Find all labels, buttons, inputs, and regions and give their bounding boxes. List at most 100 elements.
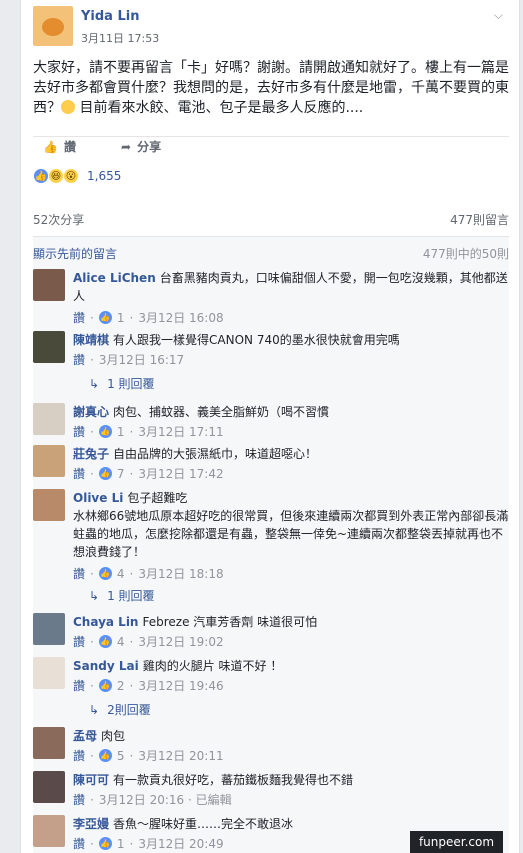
wow-reaction-icon: 😮 bbox=[63, 168, 79, 184]
comment-text: 肉包、捕蚊器、義美全脂鮮奶（喝不習慣 bbox=[113, 405, 330, 419]
show-previous-comments-link[interactable]: 顯示先前的留言 bbox=[33, 245, 117, 262]
comment-like-button[interactable]: 讚 bbox=[73, 351, 85, 368]
comment-like-button[interactable]: 讚 bbox=[73, 465, 85, 482]
comment-meta: 讚 · 👍 4 · 3月12日 19:02 bbox=[73, 633, 224, 650]
comment-like-count: 4 bbox=[116, 566, 125, 581]
comment-like-button[interactable]: 讚 bbox=[73, 309, 85, 326]
share-button[interactable]: ➦ 分享 bbox=[121, 138, 161, 155]
avatar[interactable] bbox=[33, 403, 65, 435]
comment-body: Alice LiChen 台畜黑豬肉貢丸，口味偏甜個人不愛，開一包吃沒幾顆，其他都… bbox=[73, 269, 509, 305]
comment-meta: 讚 · 👍 1 · 3月12日 17:11 bbox=[73, 423, 224, 440]
view-replies-link[interactable]: ↳ 2則回覆 bbox=[89, 701, 151, 718]
emoji-icon bbox=[61, 100, 75, 114]
comment-time[interactable]: 3月12日 18:18 bbox=[138, 565, 223, 582]
reaction-count: 1,655 bbox=[87, 169, 122, 183]
comment-time[interactable]: 3月12日 20:11 bbox=[138, 747, 223, 764]
comment-author[interactable]: 孟母 bbox=[73, 729, 97, 743]
avatar[interactable] bbox=[33, 727, 65, 759]
comment-time[interactable]: 3月12日 19:02 bbox=[138, 633, 223, 650]
comment-like-count: 5 bbox=[116, 748, 125, 763]
author-avatar[interactable] bbox=[33, 6, 73, 46]
comment-like-button[interactable]: 讚 bbox=[73, 423, 85, 440]
comment-meta: 讚 · 3月12日 16:17 bbox=[73, 351, 185, 368]
comment-like-button[interactable]: 讚 bbox=[73, 835, 85, 852]
post-body: 大家好，請不要再留言「卡」好嗎？謝謝。請開啟通知就好了。樓上有一篇是去好市多都會… bbox=[33, 58, 509, 118]
thumbs-up-icon: 👍 bbox=[98, 749, 112, 762]
avatar[interactable] bbox=[33, 613, 65, 645]
share-count[interactable]: 52次分享 bbox=[33, 211, 84, 228]
comment-author[interactable]: Chaya Lin bbox=[73, 615, 138, 629]
comment-time[interactable]: 3月12日 16:17 bbox=[99, 351, 184, 368]
comment-author[interactable]: 陳靖棋 bbox=[73, 333, 109, 347]
comment-author[interactable]: 謝真心 bbox=[73, 405, 109, 419]
previous-comments-bar: 顯示先前的留言 477則中的50則 bbox=[33, 245, 509, 262]
thumbs-up-icon: 👍 bbox=[98, 635, 112, 648]
comment-body: Sandy Lai 雞肉的火腿片 味道不好 ！ bbox=[73, 657, 509, 675]
reply-count: 2則回覆 bbox=[107, 703, 151, 717]
comment-like-count: 1 bbox=[116, 424, 125, 439]
comment-body: 陳靖棋 有人跟我一樣覺得CANON 740的墨水很快就會用完嗎 bbox=[73, 331, 509, 349]
comment-text: 水林鄉66號地瓜原本超好吃的很常買，但後來連續兩次都買到外表正常內部卻長滿蛀蟲的… bbox=[73, 509, 509, 559]
comment-text: 肉包 bbox=[101, 729, 126, 743]
comment-time[interactable]: 3月12日 20:16 · 已編輯 bbox=[99, 791, 232, 808]
reply-arrow-icon: ↳ bbox=[89, 376, 100, 391]
comment-author[interactable]: 陳可可 bbox=[73, 773, 109, 787]
reply-count: 1 則回覆 bbox=[107, 589, 155, 603]
comment-time[interactable]: 3月12日 20:49 bbox=[138, 835, 223, 852]
comment-like-button[interactable]: 讚 bbox=[73, 565, 85, 582]
thumbs-up-icon: 👍 bbox=[98, 837, 112, 850]
like-button[interactable]: 👍 讚 bbox=[43, 138, 76, 155]
view-replies-link[interactable]: ↳ 1 則回覆 bbox=[89, 587, 155, 604]
comment-time[interactable]: 3月12日 16:08 bbox=[138, 309, 223, 326]
comment-author[interactable]: Olive Li bbox=[73, 491, 123, 505]
reply-arrow-icon: ↳ bbox=[89, 588, 100, 603]
comment-like-count: 2 bbox=[116, 678, 125, 693]
post-author[interactable]: Yida Lin bbox=[81, 9, 139, 24]
avatar[interactable] bbox=[33, 815, 65, 847]
post-timestamp[interactable]: 3月11日 17:53 bbox=[81, 30, 159, 46]
comment-like-button[interactable]: 讚 bbox=[73, 633, 85, 650]
like-label: 讚 bbox=[63, 140, 76, 154]
comment-author[interactable]: 莊兔子 bbox=[73, 447, 109, 461]
avatar[interactable] bbox=[33, 657, 65, 689]
avatar[interactable] bbox=[33, 331, 65, 363]
comment-time[interactable]: 3月12日 17:11 bbox=[138, 423, 223, 440]
comment-author[interactable]: 李亞嫚 bbox=[73, 817, 109, 831]
comment-like-count: 1 bbox=[116, 836, 125, 851]
post-header: Yida Lin 3月11日 17:53 ⌵ bbox=[33, 6, 503, 46]
like-reaction-icon: 👍 bbox=[33, 168, 49, 184]
comment-time[interactable]: 3月12日 17:42 bbox=[138, 465, 223, 482]
comment-body: 莊兔子 自由品牌的大張濕紙巾，味道超噁心！ bbox=[73, 445, 509, 463]
comment-like-button[interactable]: 讚 bbox=[73, 791, 85, 808]
comment-text: 自由品牌的大張濕紙巾，味道超噁心！ bbox=[113, 447, 318, 461]
chevron-down-icon[interactable]: ⌵ bbox=[494, 8, 503, 23]
comment-author[interactable]: Alice LiChen bbox=[73, 271, 156, 285]
comment-body: Olive Li 包子超難吃 水林鄉66號地瓜原本超好吃的很常買，但後來連續兩次都… bbox=[73, 489, 509, 561]
comment-like-button[interactable]: 讚 bbox=[73, 677, 85, 694]
comment-body: 孟母 肉包 bbox=[73, 727, 509, 745]
comment-text: 有人跟我一樣覺得CANON 740的墨水很快就會用完嗎 bbox=[113, 333, 400, 347]
post-actions: 👍 讚 ➦ 分享 bbox=[33, 136, 509, 158]
comment-meta: 讚 · 👍 5 · 3月12日 20:11 bbox=[73, 747, 224, 764]
avatar[interactable] bbox=[33, 489, 65, 521]
comment-time[interactable]: 3月12日 19:46 bbox=[138, 677, 223, 694]
comment-author[interactable]: Sandy Lai bbox=[73, 659, 139, 673]
watermark: funpeer.com bbox=[410, 831, 503, 853]
haha-reaction-icon: 😆 bbox=[48, 168, 64, 184]
thumbs-up-icon: 👍 bbox=[98, 425, 112, 438]
comment-count[interactable]: 477則留言 bbox=[450, 211, 509, 228]
avatar[interactable] bbox=[33, 269, 65, 301]
avatar[interactable] bbox=[33, 445, 65, 477]
comment-body: 謝真心 肉包、捕蚊器、義美全脂鮮奶（喝不習慣 bbox=[73, 403, 509, 421]
thumbs-up-icon: 👍 bbox=[98, 311, 112, 324]
reactions-summary[interactable]: 👍 😆 😮 1,655 bbox=[33, 168, 121, 184]
thumbs-up-icon: 👍 bbox=[43, 139, 58, 154]
comment-meta: 讚 · 👍 7 · 3月12日 17:42 bbox=[73, 465, 224, 482]
comment-body: Chaya Lin Febreze 汽車芳香劑 味道很可怕 bbox=[73, 613, 509, 631]
avatar[interactable] bbox=[33, 771, 65, 803]
comment-meta: 讚 · 3月12日 20:16 · 已編輯 bbox=[73, 791, 232, 808]
thumbs-up-icon: 👍 bbox=[98, 679, 112, 692]
comments-section: 顯示先前的留言 477則中的50則 Alice LiChen 台畜黑豬肉貢丸，口味… bbox=[33, 236, 509, 853]
comment-like-button[interactable]: 讚 bbox=[73, 747, 85, 764]
view-replies-link[interactable]: ↳ 1 則回覆 bbox=[89, 375, 155, 392]
